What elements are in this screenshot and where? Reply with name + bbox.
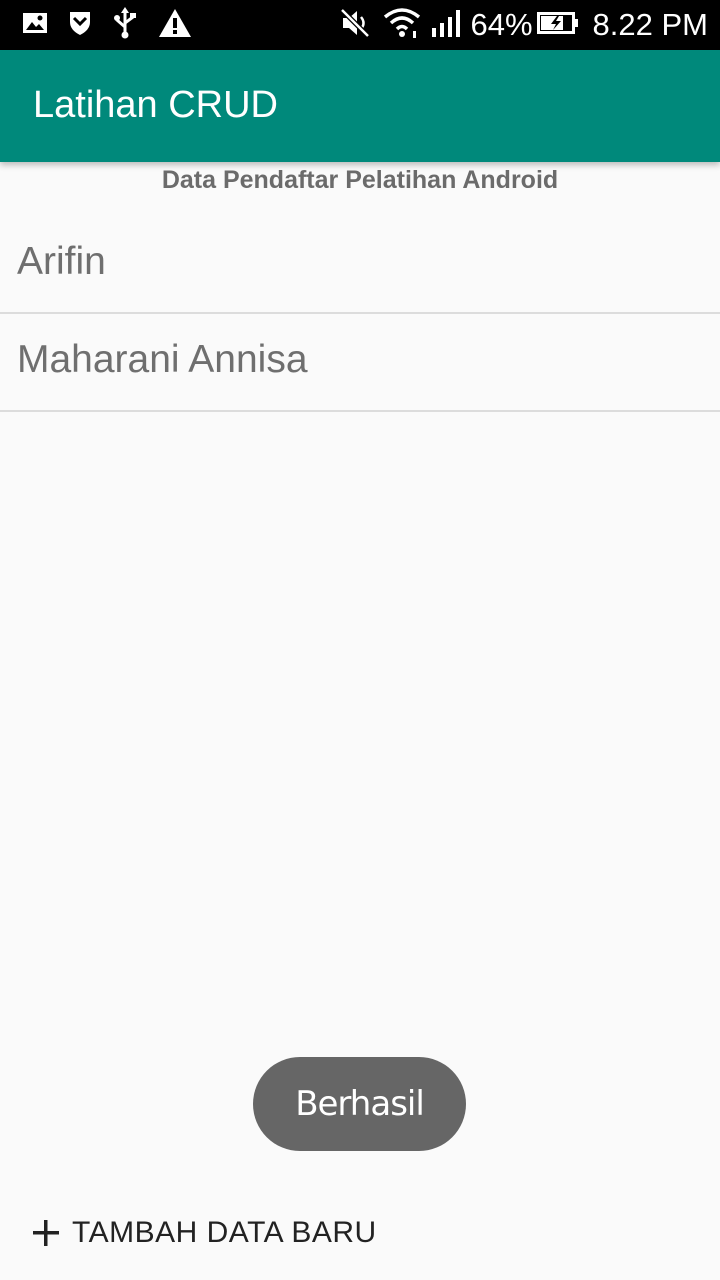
clock: 8.22 PM bbox=[592, 7, 708, 42]
mute-icon bbox=[339, 7, 371, 44]
registrant-list: Arifin Maharani Annisa bbox=[0, 216, 720, 412]
usb-icon bbox=[112, 6, 138, 44]
signal-icon bbox=[431, 8, 465, 43]
image-icon bbox=[22, 12, 48, 39]
wifi-icon bbox=[383, 7, 421, 44]
shield-icon bbox=[68, 10, 92, 41]
app-title: Latihan CRUD bbox=[33, 84, 278, 126]
warning-icon bbox=[158, 8, 192, 43]
list-item[interactable]: Maharani Annisa bbox=[0, 314, 720, 412]
add-data-label: TAMBAH DATA BARU bbox=[72, 1216, 377, 1249]
add-data-button[interactable]: TAMBAH DATA BARU bbox=[30, 1205, 410, 1261]
list-item-label: Maharani Annisa bbox=[17, 338, 308, 381]
list-item[interactable]: Arifin bbox=[0, 216, 720, 314]
list-item-label: Arifin bbox=[17, 240, 106, 283]
battery-percent: 64% bbox=[470, 7, 533, 42]
toast: Berhasil bbox=[253, 1057, 466, 1151]
plus-icon bbox=[30, 1217, 62, 1249]
app-bar: Latihan CRUD bbox=[0, 50, 720, 162]
list-header: Data Pendaftar Pelatihan Android bbox=[161, 166, 559, 194]
toast-message: Berhasil bbox=[295, 1084, 425, 1124]
status-bar: 64% 8.22 PM bbox=[0, 0, 720, 50]
battery-icon bbox=[536, 11, 579, 40]
